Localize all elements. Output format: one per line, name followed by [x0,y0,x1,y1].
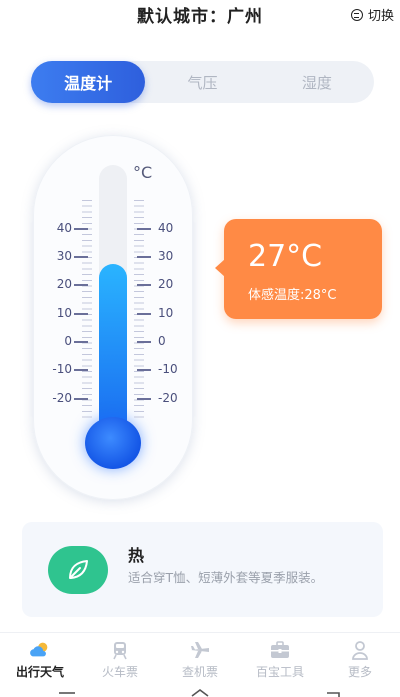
scale-right-minus20: -20 [158,391,178,405]
header-bar: 默认城市：广州 切换 [0,0,400,30]
unit-label: °C [133,163,153,182]
scale-left-0: 0 [64,334,72,348]
scale-right-30: 30 [158,249,174,263]
tab-train-tickets[interactable]: 火车票 [80,633,160,680]
advice-text: 适合穿T恤、短薄外套等夏季服装。 [128,570,324,585]
measure-tabs: 温度计 气压 湿度 [31,61,374,103]
current-temperature: 27°C [248,239,323,274]
back-icon[interactable] [321,680,345,697]
scale-right-0: 0 [158,334,166,348]
scale-right-40: 40 [158,221,174,235]
scale-dash [74,313,88,315]
tab-pressure[interactable]: 气压 [145,61,259,103]
system-nav-bar [0,680,400,697]
scale-left-10: 10 [56,306,72,320]
scale-dash [137,284,151,286]
scale-left-40: 40 [56,221,72,235]
weather-icon [29,639,51,661]
tab-humidity[interactable]: 湿度 [260,61,374,103]
scale-left-30: 30 [56,249,72,263]
tab-label: 查机票 [181,665,218,679]
mercury-column [99,264,127,434]
scale-dash [74,256,88,258]
advice-title: 热 [128,546,145,565]
scale-dash [74,228,88,230]
scale-left-20: 20 [56,277,72,291]
tab-travel-weather[interactable]: 出行天气 [0,633,80,680]
tab-label: 更多 [347,665,372,679]
user-icon [349,639,371,661]
scale-dash [137,341,151,343]
tab-more[interactable]: 更多 [320,633,400,680]
switch-label: 切换 [367,9,394,24]
tab-label: 百宝工具 [255,665,304,679]
scale-dash [137,398,151,400]
scale-dash [74,284,88,286]
scale-dash [74,341,88,343]
right-minor-ticks [134,200,144,420]
left-minor-ticks [82,200,92,420]
scale-right-10: 10 [158,306,174,320]
tab-label: 出行天气 [15,665,64,679]
feels-like-temperature: 体感温度:28°C [248,288,337,303]
toolbox-icon [269,639,291,661]
bottom-tab-bar: 出行天气 火车票 查机票 百宝工具 更多 [0,632,400,680]
home-icon[interactable] [188,680,212,697]
switch-city-button[interactable]: 切换 [350,5,394,24]
scale-right-minus10: -10 [158,362,178,376]
scale-left-minus20: -20 [52,391,72,405]
scale-left-minus10: -10 [52,362,72,376]
leaf-icon [48,546,108,594]
scale-dash [137,256,151,258]
scale-right-20: 20 [158,277,174,291]
scale-dash [137,228,151,230]
temperature-bubble: 27°C 体感温度:28°C [215,219,382,319]
scale-dash [137,313,151,315]
scale-dash [137,369,151,371]
tab-flight-tickets[interactable]: 查机票 [160,633,240,680]
tab-label: 火车票 [101,665,138,679]
clothing-advice-card: 热 适合穿T恤、短薄外套等夏季服装。 [22,522,383,617]
default-city-title: 默认城市：广州 [137,7,263,27]
scale-dash [74,398,88,400]
airplane-icon [189,639,211,661]
menu-icon[interactable] [55,680,79,697]
train-icon [109,639,131,661]
scale-dash [74,369,88,371]
tab-toolbox[interactable]: 百宝工具 [240,633,320,680]
tab-thermometer[interactable]: 温度计 [31,61,146,103]
switch-icon [350,8,363,21]
thermometer-bulb [85,417,141,469]
